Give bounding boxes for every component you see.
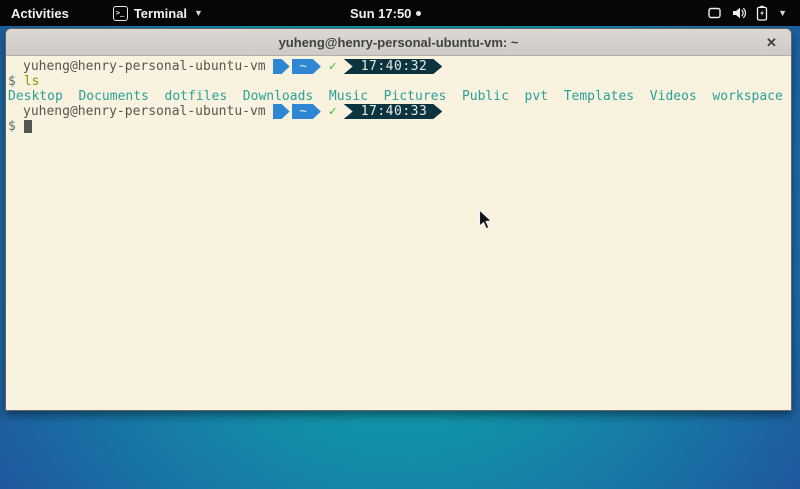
terminal-content[interactable]: yuheng@henry-personal-ubuntu-vm ~ ✓ 17:4…	[6, 56, 791, 410]
app-menu-button[interactable]: >_ Terminal ▼	[104, 0, 212, 26]
system-menu-button[interactable]: ▼	[698, 0, 796, 26]
notification-dot	[416, 11, 421, 16]
mouse-cursor	[478, 209, 494, 231]
volume-icon	[731, 6, 747, 20]
prompt-line-2: yuheng@henry-personal-ubuntu-vm ~ ✓ 17:4…	[8, 104, 789, 119]
cwd-segment: ~	[292, 59, 321, 74]
chevron-down-icon: ▼	[194, 8, 203, 18]
display-icon	[707, 6, 722, 20]
current-command-line: $	[8, 119, 789, 134]
command-text: ls	[24, 74, 40, 89]
app-menu-label: Terminal	[134, 6, 187, 21]
time-label: 17:40:32	[361, 59, 428, 74]
prompt-user-host: yuheng@henry-personal-ubuntu-vm	[23, 104, 266, 119]
time-segment: 17:40:32	[344, 59, 443, 74]
terminal-icon: >_	[113, 6, 128, 21]
status-check-icon: ✓	[329, 104, 337, 119]
window-titlebar[interactable]: yuheng@henry-personal-ubuntu-vm: ~ ✕	[6, 29, 791, 56]
prompt-user-host: yuheng@henry-personal-ubuntu-vm	[23, 59, 266, 74]
time-label: 17:40:33	[361, 104, 428, 119]
prompt-symbol: $	[8, 74, 16, 89]
powerline-arrow-icon	[273, 104, 290, 119]
desktop-background: yuheng@henry-personal-ubuntu-vm: ~ ✕ yuh…	[0, 0, 800, 489]
prompt-line-1: yuheng@henry-personal-ubuntu-vm ~ ✓ 17:4…	[8, 59, 789, 74]
terminal-window: yuheng@henry-personal-ubuntu-vm: ~ ✕ yuh…	[5, 28, 792, 411]
activities-button[interactable]: Activities	[2, 0, 78, 26]
battery-charging-icon	[756, 5, 768, 21]
command-line: $ ls	[8, 74, 789, 89]
time-segment: 17:40:33	[344, 104, 443, 119]
clock-label: Sun 17:50	[350, 6, 411, 21]
clock-button[interactable]: Sun 17:50	[341, 0, 430, 26]
prompt-symbol: $	[8, 119, 16, 134]
window-title: yuheng@henry-personal-ubuntu-vm: ~	[279, 35, 519, 50]
top-bar: Activities >_ Terminal ▼ Sun 17:50	[0, 0, 800, 26]
powerline-arrow-icon	[273, 59, 290, 74]
close-button[interactable]: ✕	[763, 34, 780, 51]
cwd-label: ~	[300, 59, 307, 74]
cwd-label: ~	[300, 104, 307, 119]
status-check-icon: ✓	[329, 59, 337, 74]
terminal-cursor	[24, 120, 32, 133]
chevron-down-icon: ▼	[778, 8, 787, 18]
cwd-segment: ~	[292, 104, 321, 119]
ls-output-line: Desktop Documents dotfiles Downloads Mus…	[8, 89, 789, 104]
